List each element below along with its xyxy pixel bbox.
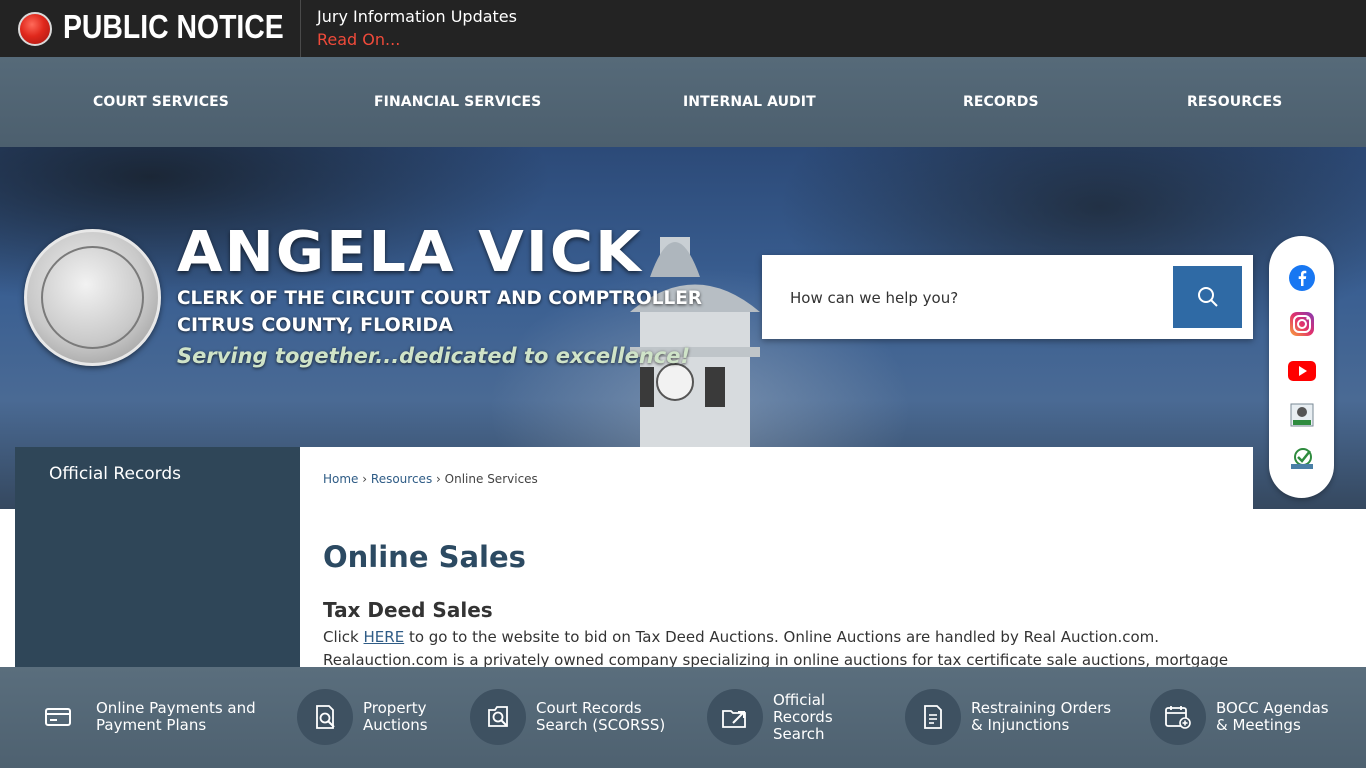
public-notice-bar: PUBLIC NOTICE Jury Information Updates R… bbox=[0, 0, 1366, 57]
notice-headline[interactable]: Jury Information Updates bbox=[317, 7, 517, 26]
credit-card-icon bbox=[30, 689, 86, 745]
quick-link-property-auctions[interactable]: Property Auctions bbox=[297, 689, 428, 745]
section-title: Tax Deed Sales bbox=[323, 598, 493, 622]
county-seal-logo bbox=[24, 229, 161, 366]
breadcrumb-home[interactable]: Home bbox=[323, 472, 358, 486]
clerk-name: ANGELA VICK bbox=[177, 220, 643, 285]
nav-financial-services[interactable]: FINANCIAL SERVICES bbox=[374, 94, 541, 110]
quick-links-bar: Online Payments and Payment Plans Propert… bbox=[0, 667, 1366, 768]
breadcrumb: Home › Resources › Online Services bbox=[323, 472, 538, 486]
nav-records[interactable]: RECORDS bbox=[963, 94, 1039, 110]
breadcrumb-separator: › bbox=[362, 472, 368, 486]
breadcrumb-current: Online Services bbox=[444, 472, 538, 486]
checklist-icon[interactable] bbox=[1287, 444, 1317, 474]
notice-title: PUBLIC NOTICE bbox=[63, 8, 284, 45]
quick-link-bocc-agendas[interactable]: BOCC Agendas & Meetings bbox=[1150, 689, 1329, 745]
sidebar-item-official-records[interactable]: Official Records bbox=[49, 464, 181, 484]
folder-upload-icon bbox=[707, 689, 763, 745]
breadcrumb-separator: › bbox=[436, 472, 441, 486]
main-content: Home › Resources › Online Services Onlin… bbox=[300, 447, 1253, 668]
here-link[interactable]: HERE bbox=[364, 628, 405, 646]
breadcrumb-resources[interactable]: Resources bbox=[371, 472, 432, 486]
page-title: Online Sales bbox=[323, 540, 526, 574]
youtube-icon[interactable] bbox=[1287, 356, 1317, 386]
nav-court-services[interactable]: COURT SERVICES bbox=[93, 94, 229, 110]
instagram-icon[interactable] bbox=[1287, 309, 1317, 339]
calendar-add-icon bbox=[1150, 689, 1206, 745]
quick-link-court-records-search[interactable]: Court Records Search (SCORSS) bbox=[470, 689, 665, 745]
body-text: Click HERE to go to the website to bid o… bbox=[323, 628, 1229, 668]
newsletter-icon[interactable] bbox=[1287, 400, 1317, 430]
social-media-bar bbox=[1269, 236, 1334, 498]
document-search-icon bbox=[297, 689, 353, 745]
tagline: Serving together...dedicated to excellen… bbox=[177, 344, 691, 368]
notice-read-on-link[interactable]: Read On... bbox=[317, 30, 400, 49]
records-search-icon bbox=[470, 689, 526, 745]
quick-link-official-records-search[interactable]: Official Records Search bbox=[707, 689, 833, 745]
county-name: CITRUS COUNTY, FLORIDA bbox=[177, 314, 453, 336]
facebook-icon[interactable] bbox=[1287, 263, 1317, 293]
nav-resources[interactable]: RESOURCES bbox=[1187, 94, 1282, 110]
sidebar: Official Records bbox=[15, 447, 300, 668]
quick-link-online-payments[interactable]: Online Payments and Payment Plans bbox=[30, 689, 256, 745]
search-icon bbox=[1197, 287, 1218, 307]
quick-link-restraining-orders[interactable]: Restraining Orders & Injunctions bbox=[905, 689, 1111, 745]
main-navigation: COURT SERVICES FINANCIAL SERVICES INTERN… bbox=[0, 57, 1366, 147]
clerk-title: CLERK OF THE CIRCUIT COURT AND COMPTROLL… bbox=[177, 287, 702, 309]
search-button[interactable] bbox=[1173, 266, 1242, 328]
search-box bbox=[762, 255, 1253, 339]
notice-divider bbox=[300, 0, 301, 57]
legal-document-icon bbox=[905, 689, 961, 745]
nav-internal-audit[interactable]: INTERNAL AUDIT bbox=[683, 94, 816, 110]
alert-dot-icon bbox=[18, 12, 52, 46]
search-input[interactable] bbox=[776, 266, 1171, 329]
